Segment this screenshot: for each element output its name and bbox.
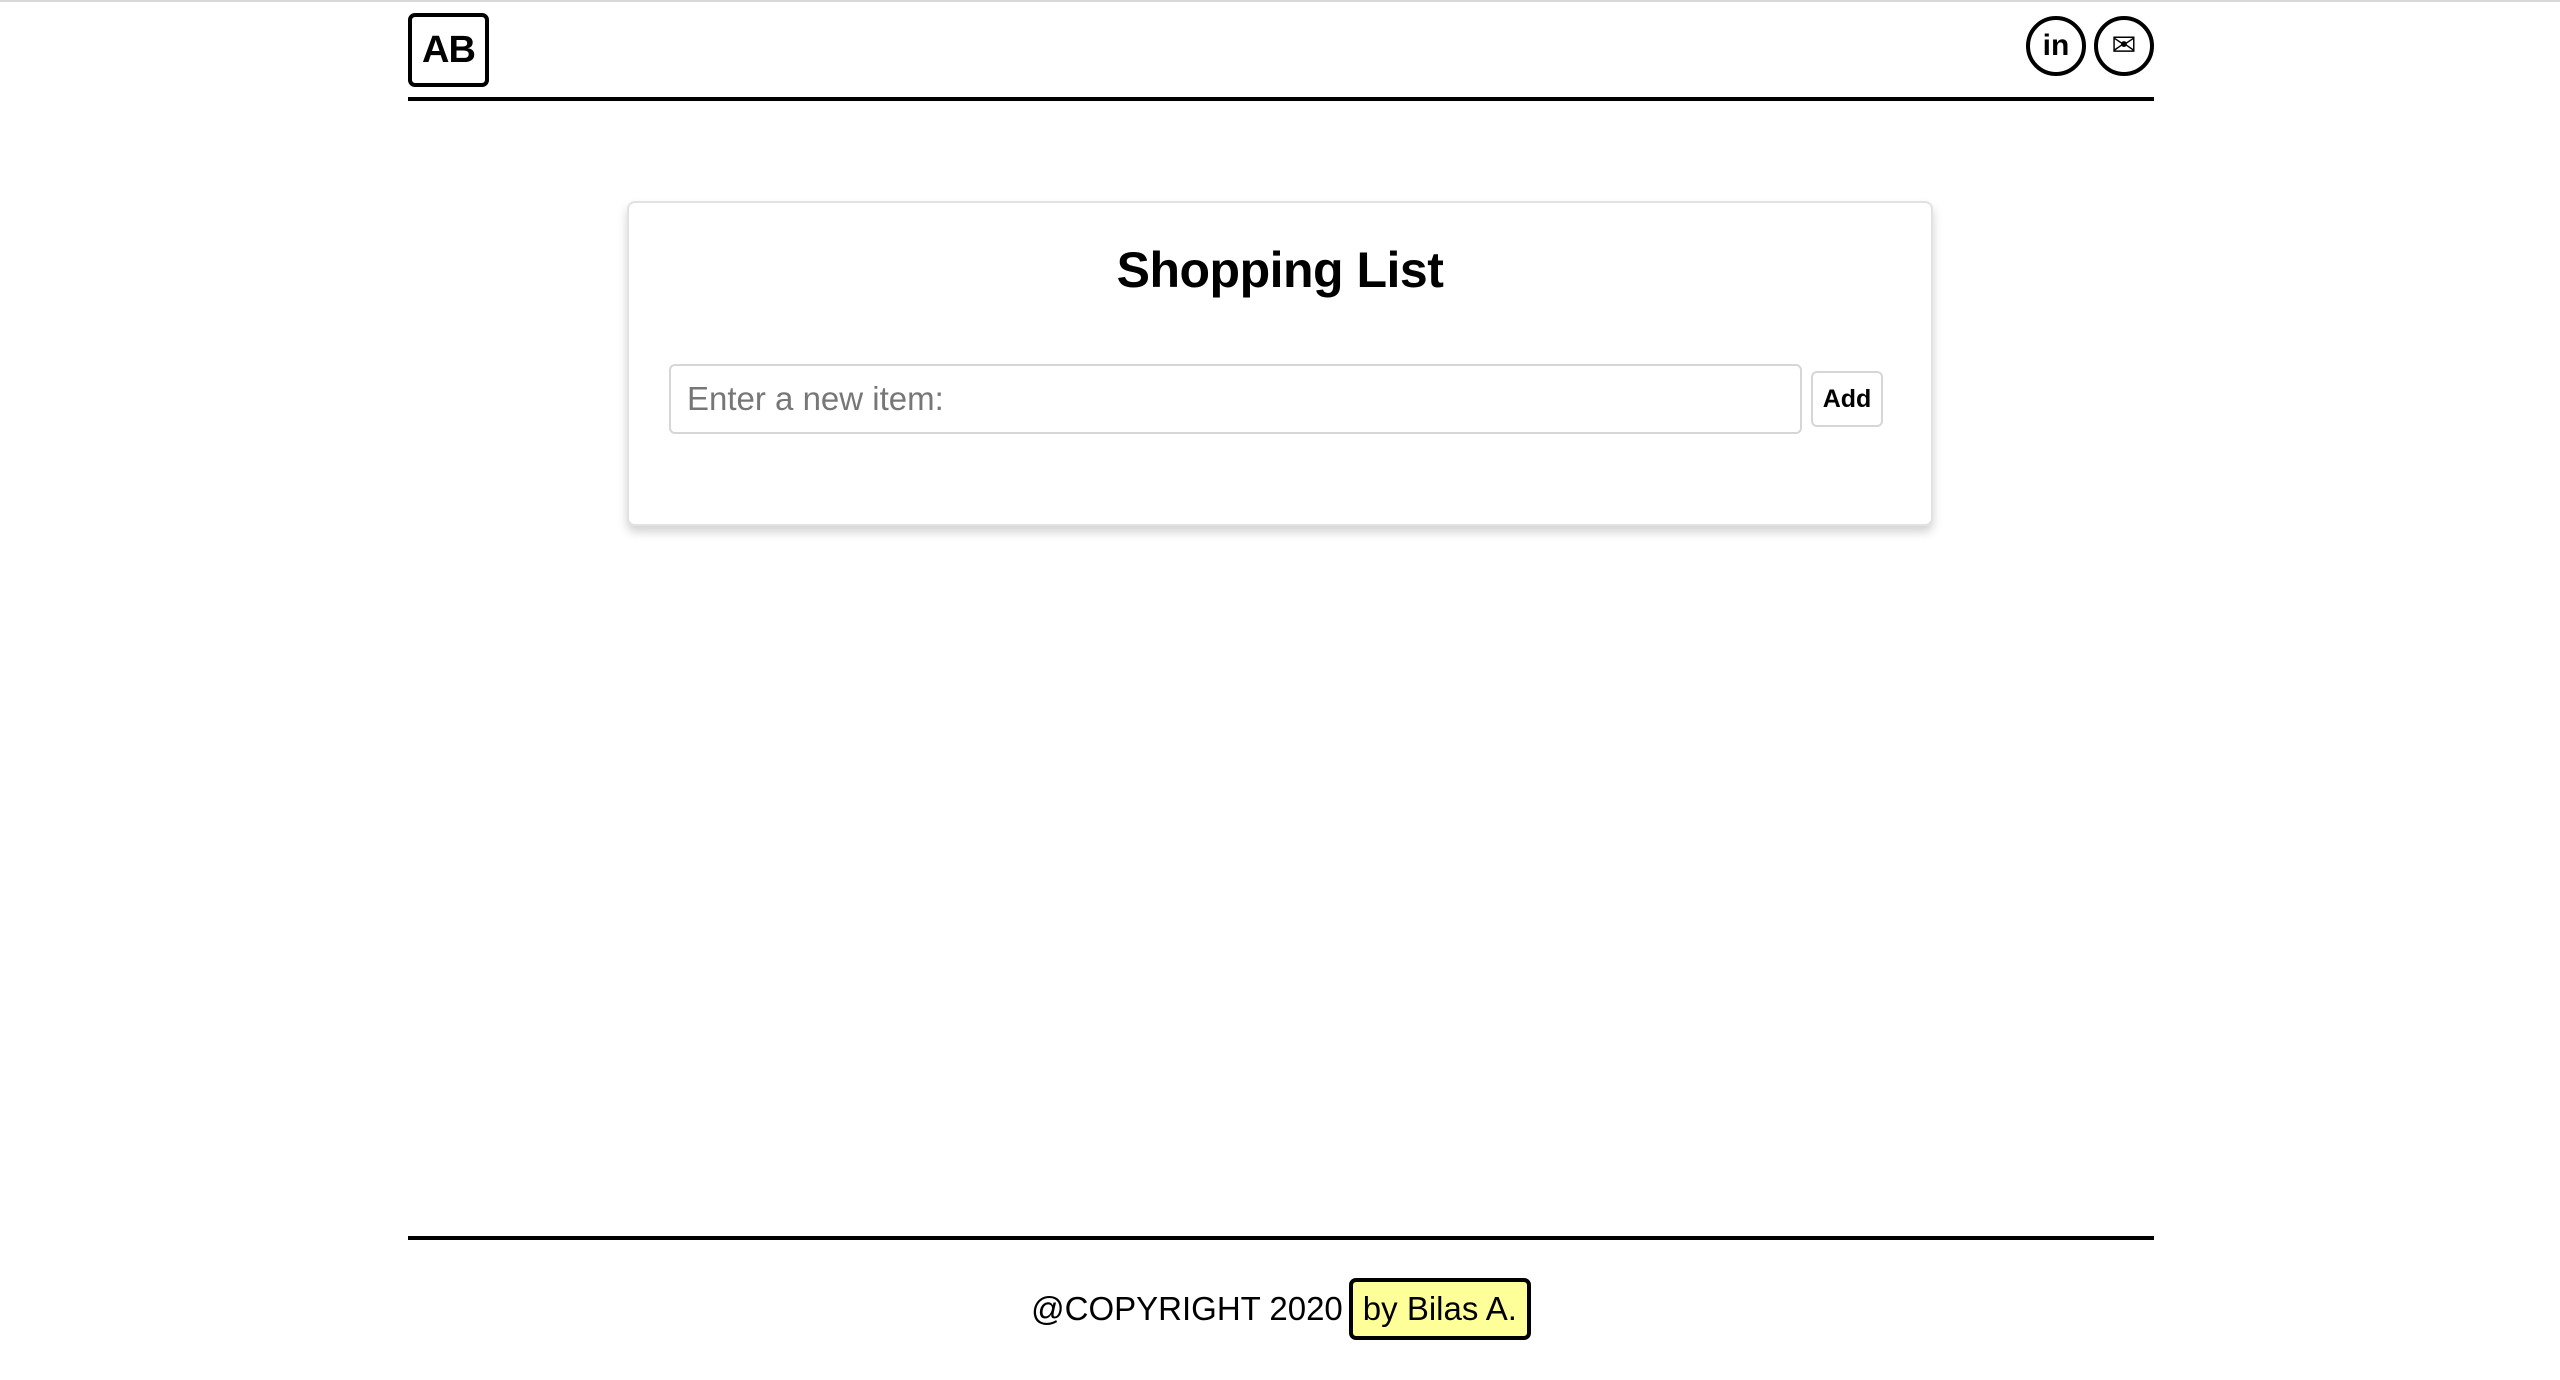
envelope-icon: ✉ xyxy=(2111,29,2137,62)
page-title: Shopping List xyxy=(1116,242,1444,298)
add-button[interactable]: Add xyxy=(1811,371,1883,427)
site-header: AB in ✉ xyxy=(408,2,2154,101)
shopping-list-card: Shopping List Add xyxy=(627,201,1933,526)
site-footer: @COPYRIGHT 2020 by Bilas A. xyxy=(408,1236,2154,1340)
logo[interactable]: AB xyxy=(408,13,489,87)
footer-row: @COPYRIGHT 2020 by Bilas A. xyxy=(408,1278,2154,1340)
linkedin-icon: in xyxy=(2042,29,2070,62)
copyright-text: @COPYRIGHT 2020 xyxy=(1031,1290,1343,1327)
linkedin-button[interactable]: in xyxy=(2026,16,2086,76)
social-links: in ✉ xyxy=(2026,16,2154,76)
email-button[interactable]: ✉ xyxy=(2094,16,2154,76)
author-link[interactable]: by Bilas A. xyxy=(1348,1278,1531,1340)
new-item-input[interactable] xyxy=(669,364,1802,434)
